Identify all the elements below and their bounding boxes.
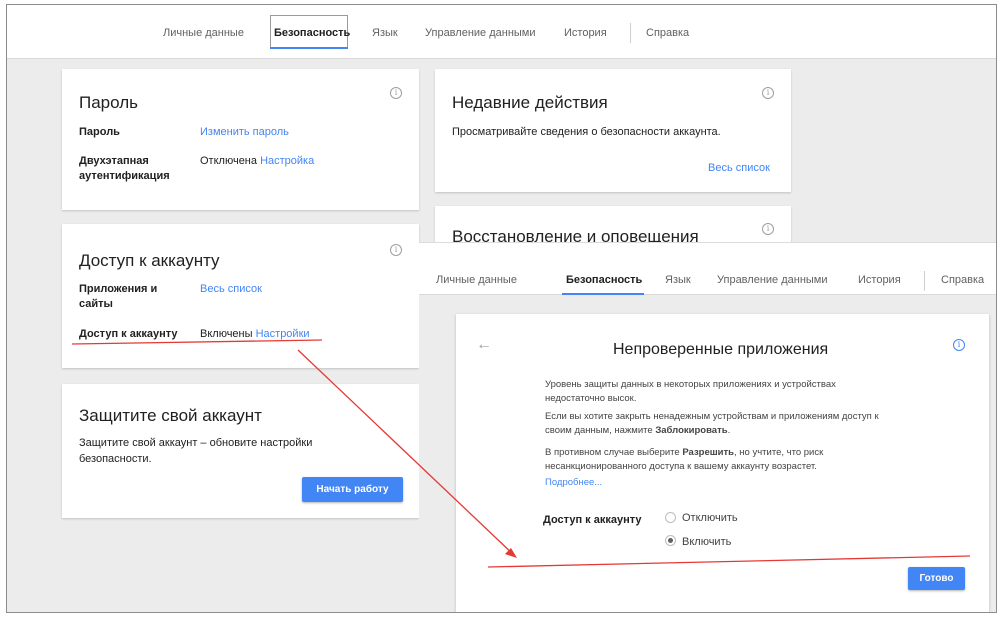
card-title: Доступ к аккаунту	[79, 251, 220, 270]
card-title: Защитите свой аккаунт	[79, 406, 262, 425]
account-access-card: Доступ к аккаунту i Приложения и сайты В…	[62, 224, 419, 368]
paragraph-2-end: .	[727, 425, 731, 436]
get-started-button[interactable]: Начать работу	[302, 477, 403, 502]
tab-help[interactable]: Справка	[941, 274, 984, 286]
option-enable-label[interactable]: Включить	[682, 536, 731, 548]
password-card: Пароль i Пароль Изменить пароль Двухэтап…	[62, 69, 419, 210]
back-arrow-icon[interactable]: ←	[476, 336, 492, 354]
recovery-card: Восстановление и оповещения i	[435, 206, 791, 246]
protect-account-card: Защитите свой аккаунт Защитите свой акка…	[62, 384, 419, 518]
two-step-setup-link[interactable]: Настройка	[260, 155, 314, 167]
info-icon[interactable]: i	[390, 244, 402, 256]
dialog-access-label: Доступ к аккаунту	[543, 514, 642, 526]
tab-security[interactable]: Безопасность	[566, 274, 642, 286]
radio-disable[interactable]	[665, 512, 676, 523]
tab-data-management[interactable]: Управление данными	[717, 274, 828, 286]
info-icon[interactable]: i	[953, 339, 965, 351]
allow-emphasis: Разрешить	[682, 447, 735, 458]
dialog-screenshot-overlay: Личные данные Безопасность Язык Управлен…	[419, 242, 996, 612]
two-step-value: Отключена Настройка	[200, 155, 314, 167]
change-password-link[interactable]: Изменить пароль	[200, 126, 289, 138]
account-access-label: Доступ к аккаунту	[79, 328, 178, 340]
dialog-paragraph-3: В противном случае выберите Разрешить, н…	[545, 446, 885, 474]
done-button[interactable]: Готово	[908, 567, 965, 590]
tab-personal-data[interactable]: Личные данные	[163, 27, 244, 39]
tab-history[interactable]: История	[858, 274, 901, 286]
learn-more-link[interactable]: Подробнее...	[545, 477, 602, 488]
block-emphasis: Заблокировать	[655, 425, 728, 436]
tab-history[interactable]: История	[564, 27, 607, 39]
apps-list-link[interactable]: Весь список	[200, 283, 262, 295]
page-frame: Личные данные Безопасность Язык Управлен…	[6, 4, 997, 613]
tab-separator	[924, 271, 925, 291]
active-tab-underline	[270, 47, 348, 49]
account-access-status: Включены	[200, 328, 253, 340]
radio-enable[interactable]	[665, 535, 676, 546]
info-icon[interactable]: i	[762, 87, 774, 99]
info-icon[interactable]: i	[762, 223, 774, 235]
apps-sites-label: Приложения и сайты	[79, 283, 158, 310]
overlay-navigation: Личные данные Безопасность Язык Управлен…	[419, 243, 996, 295]
protect-text: Защитите свой аккаунт – обновите настрой…	[79, 437, 313, 465]
recent-list-link[interactable]: Весь список	[708, 162, 770, 174]
tab-language[interactable]: Язык	[665, 274, 691, 286]
account-access-settings-link[interactable]: Настройки	[256, 328, 310, 340]
two-step-label: Двухэтапная аутентификация	[79, 155, 170, 182]
top-navigation: Личные данные Безопасность Язык Управлен…	[7, 5, 996, 59]
card-title: Недавние действия	[452, 93, 608, 112]
tab-language[interactable]: Язык	[372, 27, 398, 39]
option-disable-label[interactable]: Отключить	[682, 512, 738, 524]
tab-separator	[630, 23, 631, 43]
dialog-paragraph-2: Если вы хотите закрыть ненадежным устрой…	[545, 410, 895, 438]
card-title: Пароль	[79, 93, 138, 112]
tab-data-management[interactable]: Управление данными	[425, 27, 536, 39]
dialog-paragraph-1: Уровень защиты данных в некоторых прилож…	[545, 379, 836, 404]
unverified-apps-dialog: ← Непроверенные приложения i Уровень защ…	[456, 314, 989, 612]
two-step-status: Отключена	[200, 155, 257, 167]
paragraph-3-text: В противном случае выберите	[545, 447, 683, 458]
tab-personal-data[interactable]: Личные данные	[436, 274, 517, 286]
dialog-title: Непроверенные приложения	[613, 341, 829, 358]
recent-text: Просматривайте сведения о безопасности а…	[452, 126, 721, 138]
recent-activity-card: Недавние действия i Просматривайте сведе…	[435, 69, 791, 192]
tab-help[interactable]: Справка	[646, 27, 689, 39]
tab-security[interactable]: Безопасность	[274, 27, 350, 39]
account-access-value: Включены Настройки	[200, 328, 310, 340]
password-label: Пароль	[79, 126, 120, 138]
active-tab-underline	[562, 293, 644, 295]
info-icon[interactable]: i	[390, 87, 402, 99]
